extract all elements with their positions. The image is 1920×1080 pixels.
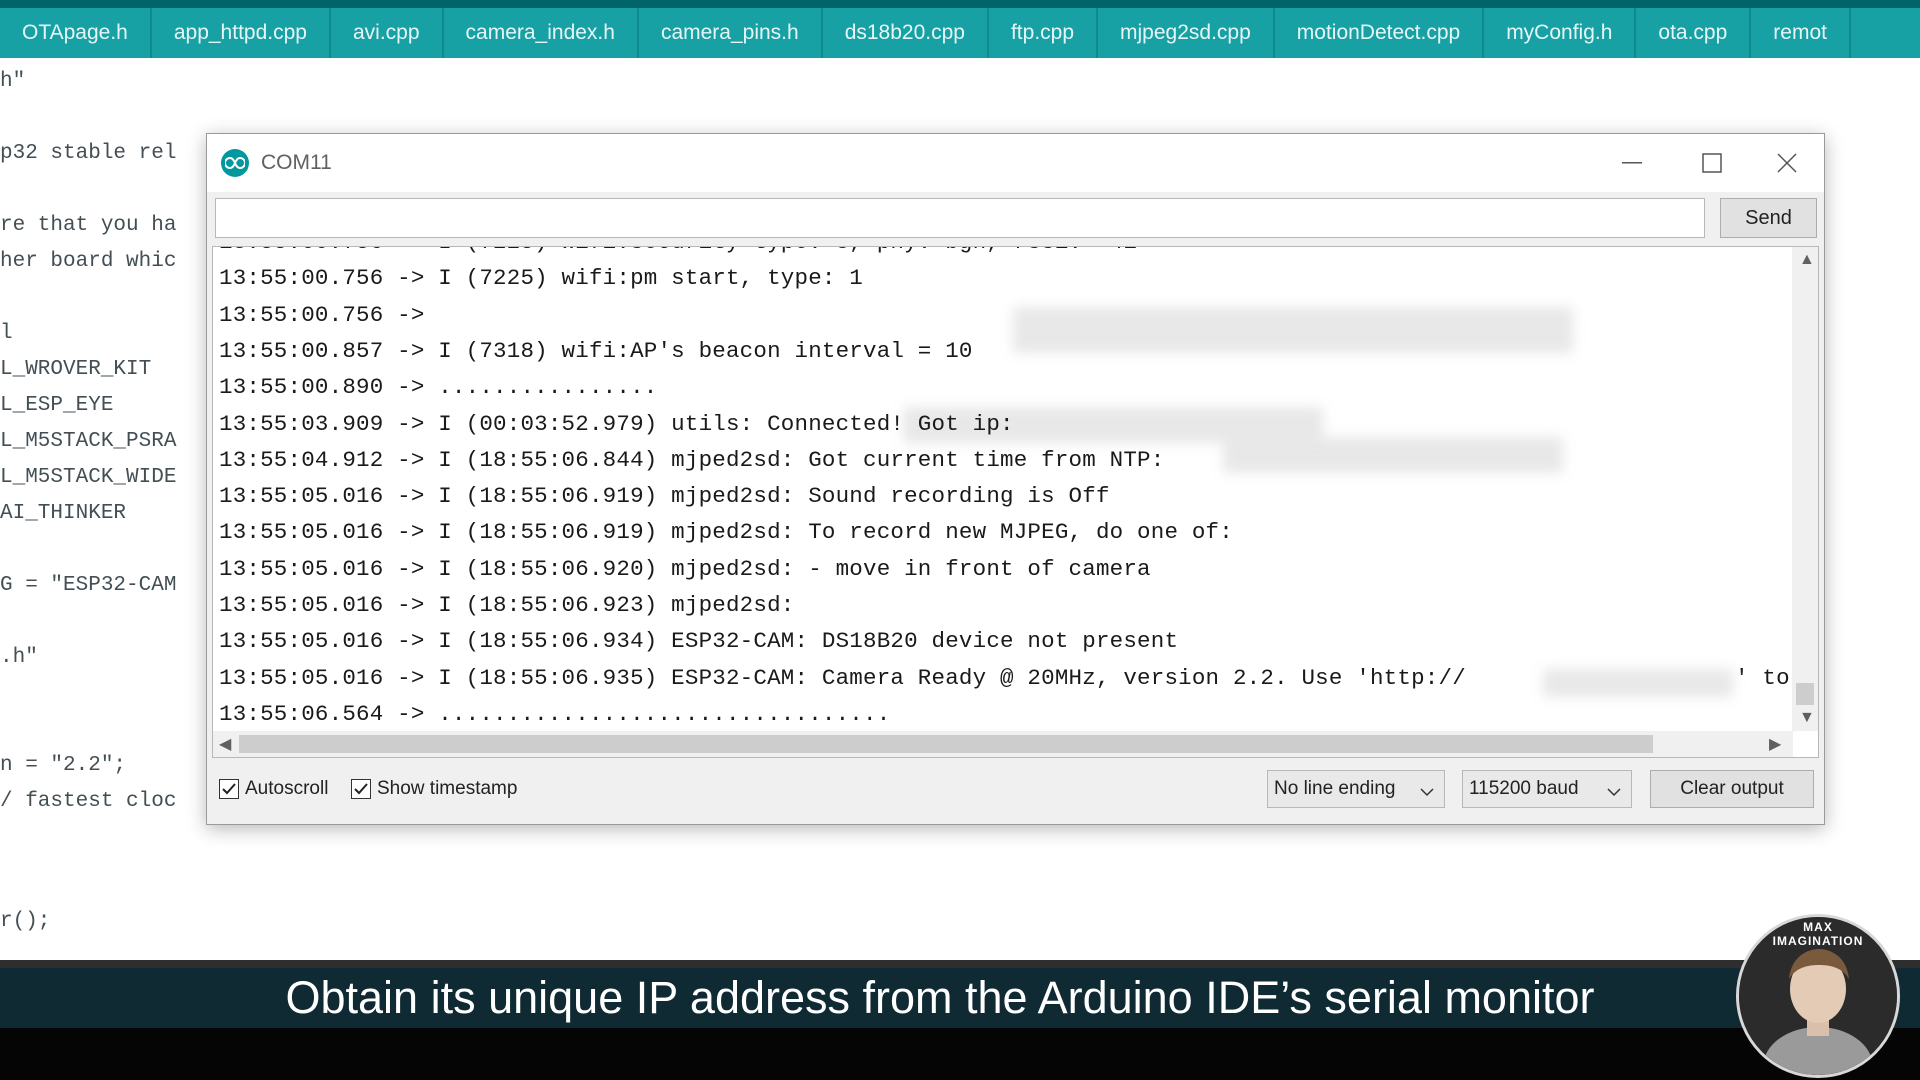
send-button[interactable]: Send: [1720, 198, 1817, 238]
code-line: L_WROVER_KIT: [0, 358, 152, 381]
serial-monitor-window: COM11 Send 13:55:00.756 -> I (7225) wifi…: [206, 133, 1825, 825]
code-line: her board whic: [0, 250, 177, 273]
autoscroll-checkbox[interactable]: Autoscroll: [219, 778, 328, 800]
log-line: 13:55:05.016 -> I (18:55:06.934) ESP32-C…: [219, 628, 1179, 655]
banner-divider: [0, 960, 1920, 968]
vertical-scroll-thumb[interactable]: [1796, 683, 1814, 705]
checkmark-icon[interactable]: [351, 779, 371, 799]
code-line: .h": [0, 646, 38, 669]
log-line: 13:55:00.857 -> I (7318) wifi:AP's beaco…: [219, 337, 973, 364]
file-tab[interactable]: remot: [1751, 8, 1851, 58]
chevron-down-icon: [1607, 781, 1621, 803]
redacted-ip-blur: [1543, 668, 1733, 697]
file-tab[interactable]: app_httpd.cpp: [152, 8, 331, 58]
file-tab[interactable]: motionDetect.cpp: [1275, 8, 1485, 58]
log-line: 13:55:00.756 ->: [219, 301, 425, 328]
file-tab[interactable]: myConfig.h: [1484, 8, 1637, 58]
code-line: L_ESP_EYE: [0, 394, 114, 417]
log-line: 13:55:05.016 -> I (18:55:06.923) mjped2s…: [219, 592, 795, 618]
scroll-left-icon[interactable]: ◀: [219, 734, 231, 754]
window-titlebar: COM11: [207, 134, 1824, 192]
code-line: h": [0, 70, 26, 93]
send-row: Send: [215, 198, 1817, 242]
checkmark-icon[interactable]: [219, 779, 239, 799]
serial-input[interactable]: [215, 198, 1705, 238]
code-line: AI_THINKER: [0, 502, 127, 525]
bottom-bar: [0, 1028, 1920, 1080]
code-line: re that you ha: [0, 214, 177, 237]
monitor-footer: Autoscroll Show timestamp No line ending…: [207, 764, 1824, 820]
redacted-blur: [1013, 307, 1573, 353]
log-line: 13:55:05.016 -> I (18:55:06.935) ESP32-C…: [219, 664, 1466, 691]
arduino-icon: [221, 149, 249, 177]
log-line: 13:55:00.890 -> ................: [219, 374, 658, 401]
close-button[interactable]: [1747, 134, 1827, 192]
chevron-down-icon: [1420, 781, 1434, 803]
file-tab[interactable]: ds18b20.cpp: [823, 8, 989, 58]
show-timestamp-checkbox[interactable]: Show timestamp: [351, 778, 517, 800]
code-line: L_M5STACK_PSRA: [0, 430, 177, 453]
log-area[interactable]: 13:55:00.756 -> I (7225) wifi:security t…: [213, 247, 1793, 731]
scroll-right-icon[interactable]: ▶: [1769, 734, 1781, 754]
serial-output[interactable]: 13:55:00.756 -> I (7225) wifi:security t…: [212, 246, 1819, 758]
code-line: L_M5STACK_WIDE: [0, 466, 177, 489]
horizontal-scroll-thumb[interactable]: [239, 735, 1653, 753]
file-tab-bar: OTApage.h app_httpd.cpp avi.cpp camera_inde…: [0, 0, 1920, 58]
log-line: 13:55:06.564 -> ........................…: [219, 700, 891, 727]
file-tab[interactable]: mjpeg2sd.cpp: [1098, 8, 1275, 58]
code-line: r();: [0, 910, 51, 933]
baud-rate-select[interactable]: 115200 baud: [1462, 770, 1632, 808]
window-title: COM11: [261, 151, 332, 174]
file-tab[interactable]: camera_pins.h: [639, 8, 823, 58]
file-tab[interactable]: ota.cpp: [1636, 8, 1752, 58]
autoscroll-label: Autoscroll: [245, 778, 329, 799]
file-tab[interactable]: ftp.cpp: [989, 8, 1099, 58]
redacted-blur: [1223, 437, 1563, 473]
file-tab[interactable]: avi.cpp: [331, 8, 444, 58]
code-line: n = "2.2";: [0, 754, 127, 777]
log-line: 13:55:04.912 -> I (18:55:06.844) mjped2s…: [219, 446, 1165, 473]
log-line: 13:55:05.016 -> I (18:55:06.919) mjped2s…: [219, 483, 1110, 510]
maximize-button[interactable]: [1672, 134, 1752, 192]
log-line: 13:55:05.016 -> I (18:55:06.919) mjped2s…: [219, 519, 1233, 546]
minimize-button[interactable]: [1592, 134, 1672, 192]
log-line: 13:55:00.756 -> I (7225) wifi:security t…: [219, 247, 1137, 255]
subtitle-banner: Obtain its unique IP address from the Ar…: [0, 968, 1920, 1028]
line-ending-select[interactable]: No line ending: [1267, 770, 1445, 808]
channel-name: MAX IMAGINATION: [1772, 920, 1864, 948]
log-line-suffix: ' to: [1735, 664, 1790, 691]
code-line: / fastest cloc: [0, 790, 177, 813]
file-tab[interactable]: OTApage.h: [0, 8, 152, 58]
code-line: G = "ESP32-CAM: [0, 574, 177, 597]
vertical-scrollbar[interactable]: ▲ ▼: [1792, 247, 1818, 731]
code-line: p32 stable rel: [0, 142, 177, 165]
log-line: 13:55:03.909 -> I (00:03:52.979) utils: …: [219, 410, 1014, 437]
scroll-up-icon[interactable]: ▲: [1799, 251, 1815, 269]
clear-output-button[interactable]: Clear output: [1650, 770, 1814, 808]
baud-rate-value: 115200 baud: [1469, 778, 1579, 799]
log-line: 13:55:00.756 -> I (7225) wifi:pm start, …: [219, 265, 864, 292]
line-ending-value: No line ending: [1274, 778, 1396, 799]
subtitle-text: Obtain its unique IP address from the Ar…: [285, 972, 1595, 1023]
scroll-down-icon[interactable]: ▼: [1799, 709, 1815, 727]
code-line: l: [0, 322, 13, 345]
horizontal-scrollbar[interactable]: ◀ ▶: [213, 731, 1793, 757]
log-line: 13:55:05.016 -> I (18:55:06.920) mjped2s…: [219, 555, 1151, 582]
file-tab[interactable]: camera_index.h: [444, 8, 639, 58]
timestamp-label: Show timestamp: [377, 778, 518, 799]
